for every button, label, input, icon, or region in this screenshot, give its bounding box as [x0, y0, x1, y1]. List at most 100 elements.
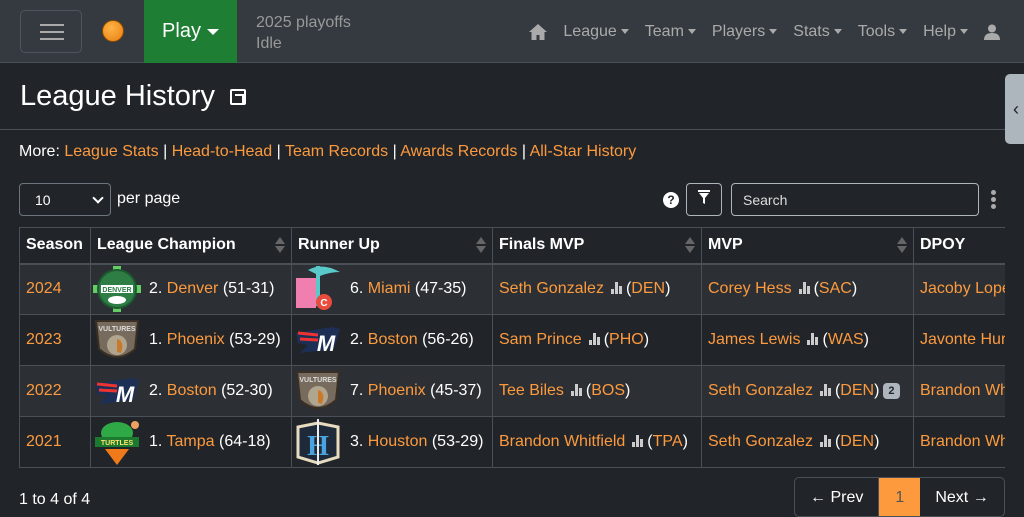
next-page-button[interactable]: Next →: [920, 478, 1003, 516]
player-link[interactable]: Corey Hess: [708, 280, 792, 297]
header-label: DPOY: [920, 236, 966, 254]
team-abbrev-link[interactable]: TPA: [653, 433, 683, 450]
per-page-label: per page: [117, 190, 181, 207]
prev-page-button[interactable]: ← Prev: [795, 478, 880, 516]
menu-tools[interactable]: Tools: [850, 23, 915, 41]
collapse-panel-button[interactable]: ‹: [1005, 74, 1024, 144]
team-link[interactable]: Phoenix: [167, 331, 225, 348]
tampa-team-logo[interactable]: TURTLES: [93, 419, 141, 465]
stats-bar-chart-icon[interactable]: [610, 282, 623, 295]
team-abbrev-link[interactable]: PHO: [609, 331, 644, 348]
player-link[interactable]: Seth Gonzalez: [708, 433, 813, 450]
per-page-value: 10: [35, 192, 51, 208]
menu-players[interactable]: Players: [704, 23, 785, 41]
menu-stats[interactable]: Stats: [785, 23, 849, 41]
per-page-select[interactable]: 10: [19, 183, 111, 216]
link-league-stats[interactable]: League Stats: [64, 143, 158, 160]
column-header-runner-up[interactable]: Runner Up: [291, 227, 493, 265]
phoenix-team-logo[interactable]: VULTURES: [93, 317, 141, 363]
team-record: (47-35): [414, 280, 467, 298]
team-link[interactable]: Miami: [368, 280, 411, 297]
more-options-icon[interactable]: [991, 190, 997, 211]
column-header-mvp[interactable]: MVP: [701, 227, 914, 265]
play-menu-button[interactable]: Play: [144, 0, 237, 63]
season-link[interactable]: 2021: [26, 433, 62, 450]
player-link[interactable]: Jacoby Lope: [920, 280, 1005, 297]
team-link[interactable]: Denver: [167, 280, 219, 297]
boston-team-logo[interactable]: M: [93, 368, 141, 414]
column-header-dpoy[interactable]: DPOY: [913, 227, 1005, 265]
search-input[interactable]: [731, 183, 979, 216]
team-link[interactable]: Tampa: [167, 433, 215, 450]
team-abbrev-link[interactable]: BOS: [591, 382, 625, 399]
stats-bar-chart-icon[interactable]: [819, 384, 832, 396]
seed: 1.: [149, 331, 163, 349]
team-link[interactable]: Houston: [368, 433, 428, 450]
season-link[interactable]: 2024: [26, 280, 62, 297]
filter-button[interactable]: [686, 183, 722, 216]
column-header-finals-mvp[interactable]: Finals MVP: [492, 227, 702, 265]
stats-bar-chart-icon[interactable]: [570, 384, 583, 396]
user-icon[interactable]: [976, 24, 1008, 40]
player-link[interactable]: Seth Gonzalez: [708, 382, 813, 399]
player-link[interactable]: Sam Prince: [499, 331, 582, 348]
more-links: More: League Stats | Head-to-Head | Team…: [19, 143, 636, 161]
stats-bar-chart-icon[interactable]: [588, 333, 601, 345]
team-abbrev-link[interactable]: DEN: [840, 382, 874, 399]
player-link[interactable]: Seth Gonzalez: [499, 280, 604, 297]
team-link[interactable]: Phoenix: [368, 382, 426, 399]
menu-team[interactable]: Team: [637, 23, 704, 41]
team-abbrev-link[interactable]: WAS: [828, 331, 864, 348]
finals-mvp-cell: Brandon Whitfield (TPA): [492, 416, 702, 468]
player-link[interactable]: Javonte Hur: [920, 331, 1005, 348]
menu-toggle-button[interactable]: [20, 10, 82, 53]
finals-mvp-cell: Sam Prince (PHO): [492, 314, 702, 366]
player-link[interactable]: James Lewis: [708, 331, 800, 348]
team-link[interactable]: Boston: [368, 331, 418, 348]
basketball-logo-icon[interactable]: [102, 20, 124, 42]
home-icon[interactable]: [521, 23, 555, 40]
team-abbrev-link[interactable]: SAC: [819, 280, 852, 297]
page-title: League History: [20, 80, 216, 112]
stats-bar-chart-icon[interactable]: [819, 435, 832, 447]
team-record: (45-37): [430, 382, 482, 400]
link-awards-records[interactable]: Awards Records: [400, 143, 517, 160]
menu-help[interactable]: Help: [915, 23, 976, 41]
player-link[interactable]: Brandon Wh: [920, 433, 1005, 450]
link-team-records[interactable]: Team Records: [285, 143, 388, 160]
phoenix-team-logo[interactable]: VULTURES: [294, 368, 342, 414]
stats-bar-chart-icon[interactable]: [807, 333, 820, 345]
header-label: Season: [26, 236, 83, 254]
link-head-to-head[interactable]: Head-to-Head: [172, 143, 273, 160]
separator: |: [388, 143, 401, 160]
player-link[interactable]: Brandon Whitfield: [499, 433, 625, 450]
popout-icon[interactable]: [230, 89, 246, 105]
menu-league[interactable]: League: [555, 23, 636, 41]
svg-text:TURTLES: TURTLES: [101, 440, 134, 447]
game-status: 2025 playoffs Idle: [256, 12, 351, 54]
link-all-star-history[interactable]: All-Star History: [530, 143, 637, 160]
season-link[interactable]: 2022: [26, 382, 62, 399]
svg-text:C: C: [320, 298, 327, 309]
caret-down-icon: [899, 29, 908, 34]
denver-team-logo[interactable]: DENVER: [93, 266, 141, 313]
help-icon[interactable]: ?: [663, 192, 679, 208]
stats-bar-chart-icon[interactable]: [632, 435, 645, 447]
miami-team-logo[interactable]: C: [294, 266, 342, 312]
page-1-button[interactable]: 1: [879, 478, 921, 516]
caret-down-icon: [687, 29, 696, 34]
team-abbrev-link[interactable]: DEN: [631, 280, 665, 297]
team-abbrev-link[interactable]: DEN: [840, 433, 874, 450]
player-link[interactable]: Brandon Wh: [920, 382, 1005, 399]
season-link[interactable]: 2023: [26, 331, 62, 348]
svg-text:VULTURES: VULTURES: [299, 377, 337, 384]
team-record: (56-26): [422, 331, 474, 349]
stats-bar-chart-icon[interactable]: [798, 282, 811, 295]
team-link[interactable]: Boston: [167, 382, 217, 399]
column-header-league-champion[interactable]: League Champion: [90, 227, 292, 265]
player-link[interactable]: Tee Biles: [499, 382, 564, 399]
houston-team-logo[interactable]: H: [294, 419, 342, 465]
column-header-season[interactable]: Season: [19, 227, 91, 265]
sort-icon: [685, 237, 693, 253]
boston-team-logo[interactable]: M: [294, 317, 342, 363]
